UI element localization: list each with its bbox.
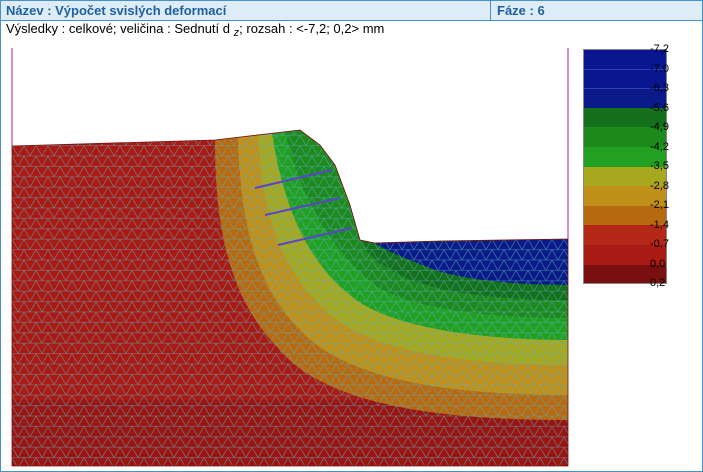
legend-label-8: -2,8 <box>650 180 669 192</box>
fe-mesh <box>12 130 568 466</box>
legend-label-6: -4,2 <box>650 141 669 153</box>
legend-label-4: -5,6 <box>650 102 669 114</box>
legend-label-5: -4,9 <box>650 121 669 133</box>
legend-label-13: 0,2 <box>650 277 666 289</box>
legend-label-10: -1,4 <box>650 219 669 231</box>
legend-label-3: -6,3 <box>650 82 669 94</box>
legend-label-1: -7,2 <box>650 43 669 55</box>
contour-bands <box>12 130 568 466</box>
legend-label-12: 0,0 <box>650 258 666 270</box>
legend-label-11: -0,7 <box>650 238 669 250</box>
legend-label-7: -3,5 <box>650 160 669 172</box>
legend-label-2: -7,0 <box>650 63 669 75</box>
legend-label-9: -2,1 <box>650 199 669 211</box>
